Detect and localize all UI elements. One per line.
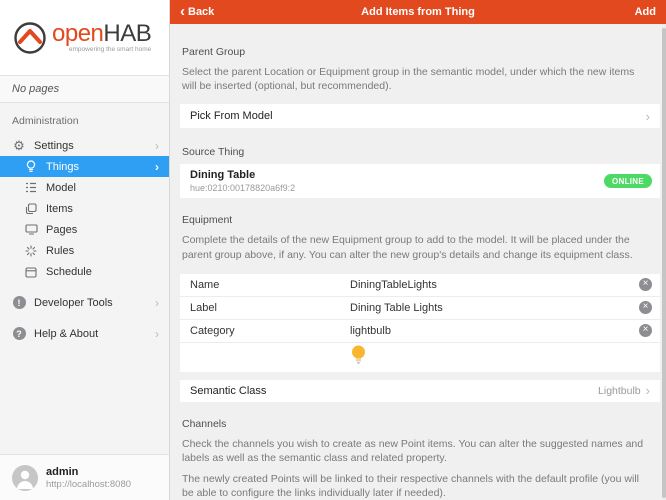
openhab-logo-icon: [12, 20, 48, 56]
semantic-class-row[interactable]: Semantic Class Lightbulb ›: [180, 380, 660, 402]
exclamation-circle-icon: !: [12, 296, 26, 310]
sidebar-item-things[interactable]: Things ›: [0, 156, 169, 177]
pick-from-model-button[interactable]: Pick From Model ›: [180, 104, 660, 128]
chevron-right-icon: ›: [155, 139, 159, 153]
equipment-form: Name × Label × Category ×: [180, 274, 660, 372]
channels-title: Channels: [182, 418, 648, 430]
openhab-logo: openHAB empowering the smart home: [0, 0, 169, 76]
sidebar-item-pages[interactable]: Pages: [0, 219, 169, 240]
clear-category-icon[interactable]: ×: [639, 324, 652, 337]
avatar: [12, 465, 38, 491]
clear-label-icon[interactable]: ×: [639, 301, 652, 314]
sidebar: openHAB empowering the smart home No pag…: [0, 0, 170, 500]
thing-uid: hue:0210:00178820a6f9:2: [190, 183, 295, 193]
channels-description-1: Check the channels you wish to create as…: [182, 437, 648, 465]
page-title: Add Items from Thing: [170, 6, 666, 18]
sidebar-item-label: Developer Tools: [34, 297, 155, 309]
sidebar-item-label: Things: [46, 161, 155, 173]
channels-description-2: The newly created Points will be linked …: [182, 472, 648, 500]
sidebar-item-schedule[interactable]: Schedule: [0, 261, 169, 282]
lightbulb-icon: [24, 160, 38, 174]
name-field-row: Name ×: [180, 274, 660, 297]
sidebar-item-label: Rules: [46, 245, 169, 257]
sidebar-item-help-about[interactable]: ? Help & About ›: [0, 323, 169, 344]
category-field-row: Category ×: [180, 320, 660, 343]
back-chevron-icon: ‹: [180, 6, 185, 18]
gear-icon: ⚙: [12, 139, 26, 153]
clear-name-icon[interactable]: ×: [639, 278, 652, 291]
logo-tagline: empowering the smart home: [52, 47, 151, 54]
sidebar-item-label: Items: [46, 203, 169, 215]
add-button[interactable]: Add: [635, 6, 656, 18]
back-button[interactable]: ‹ Back: [180, 6, 214, 18]
sidebar-item-label: Schedule: [46, 266, 169, 278]
parent-group-description: Select the parent Location or Equipment …: [182, 65, 648, 93]
sidebar-item-settings[interactable]: ⚙ Settings ›: [0, 135, 169, 156]
lightbulb-preview-icon: [350, 344, 367, 371]
user-server-url: http://localhost:8080: [46, 479, 131, 490]
label-input[interactable]: [350, 302, 639, 314]
sidebar-item-items[interactable]: Items: [0, 198, 169, 219]
scrollbar-thumb[interactable]: [662, 28, 666, 498]
source-thing-row: Dining Table hue:0210:00178820a6f9:2 ONL…: [180, 164, 660, 198]
equipment-title: Equipment: [182, 214, 648, 226]
navbar: ‹ Back Add Items from Thing Add: [170, 0, 666, 24]
content-area: Parent Group Select the parent Location …: [170, 24, 666, 500]
calendar-icon: [24, 265, 38, 279]
sidebar-item-rules[interactable]: Rules: [0, 240, 169, 261]
status-badge: ONLINE: [604, 174, 652, 188]
no-pages-label: No pages: [0, 76, 169, 103]
chevron-right-icon: ›: [646, 109, 650, 124]
chevron-right-icon: ›: [155, 327, 159, 341]
name-field-label: Name: [190, 279, 350, 291]
user-account[interactable]: admin http://localhost:8080: [0, 454, 169, 500]
items-copy-icon: [24, 202, 38, 216]
sidebar-item-label: Help & About: [34, 328, 155, 340]
category-field-label: Category: [190, 325, 350, 337]
sidebar-menu: Administration ⚙ Settings › Things ›: [0, 103, 169, 454]
source-thing-title: Source Thing: [182, 146, 648, 158]
monitor-icon: [24, 223, 38, 237]
chevron-right-icon: ›: [646, 383, 650, 398]
model-tree-icon: [24, 181, 38, 195]
name-input[interactable]: [350, 279, 639, 291]
label-field-label: Label: [190, 302, 350, 314]
back-label: Back: [188, 6, 214, 18]
user-name: admin: [46, 466, 131, 478]
semantic-class-value: Lightbulb: [598, 385, 641, 397]
category-icon-preview: [180, 343, 660, 372]
equipment-description: Complete the details of the new Equipmen…: [182, 233, 648, 261]
logo-open-text: open: [52, 20, 103, 47]
question-circle-icon: ?: [12, 327, 26, 341]
sidebar-item-label: Model: [46, 182, 169, 194]
pick-from-model-label: Pick From Model: [190, 110, 273, 122]
category-input[interactable]: [350, 325, 639, 337]
sidebar-item-label: Settings: [34, 140, 155, 152]
logo-hab-text: HAB: [103, 20, 151, 47]
chevron-right-icon: ›: [155, 160, 159, 174]
semantic-class-label: Semantic Class: [190, 385, 266, 397]
sparkle-icon: [24, 244, 38, 258]
thing-name: Dining Table: [190, 169, 295, 181]
parent-group-title: Parent Group: [182, 46, 648, 58]
sidebar-item-label: Pages: [46, 224, 169, 236]
sidebar-item-model[interactable]: Model: [0, 177, 169, 198]
main-panel: ‹ Back Add Items from Thing Add Parent G…: [170, 0, 666, 500]
administration-section-label: Administration: [12, 115, 169, 127]
label-field-row: Label ×: [180, 297, 660, 320]
scrollbar-track[interactable]: [662, 24, 666, 500]
chevron-right-icon: ›: [155, 296, 159, 310]
sidebar-item-developer-tools[interactable]: ! Developer Tools ›: [0, 292, 169, 313]
